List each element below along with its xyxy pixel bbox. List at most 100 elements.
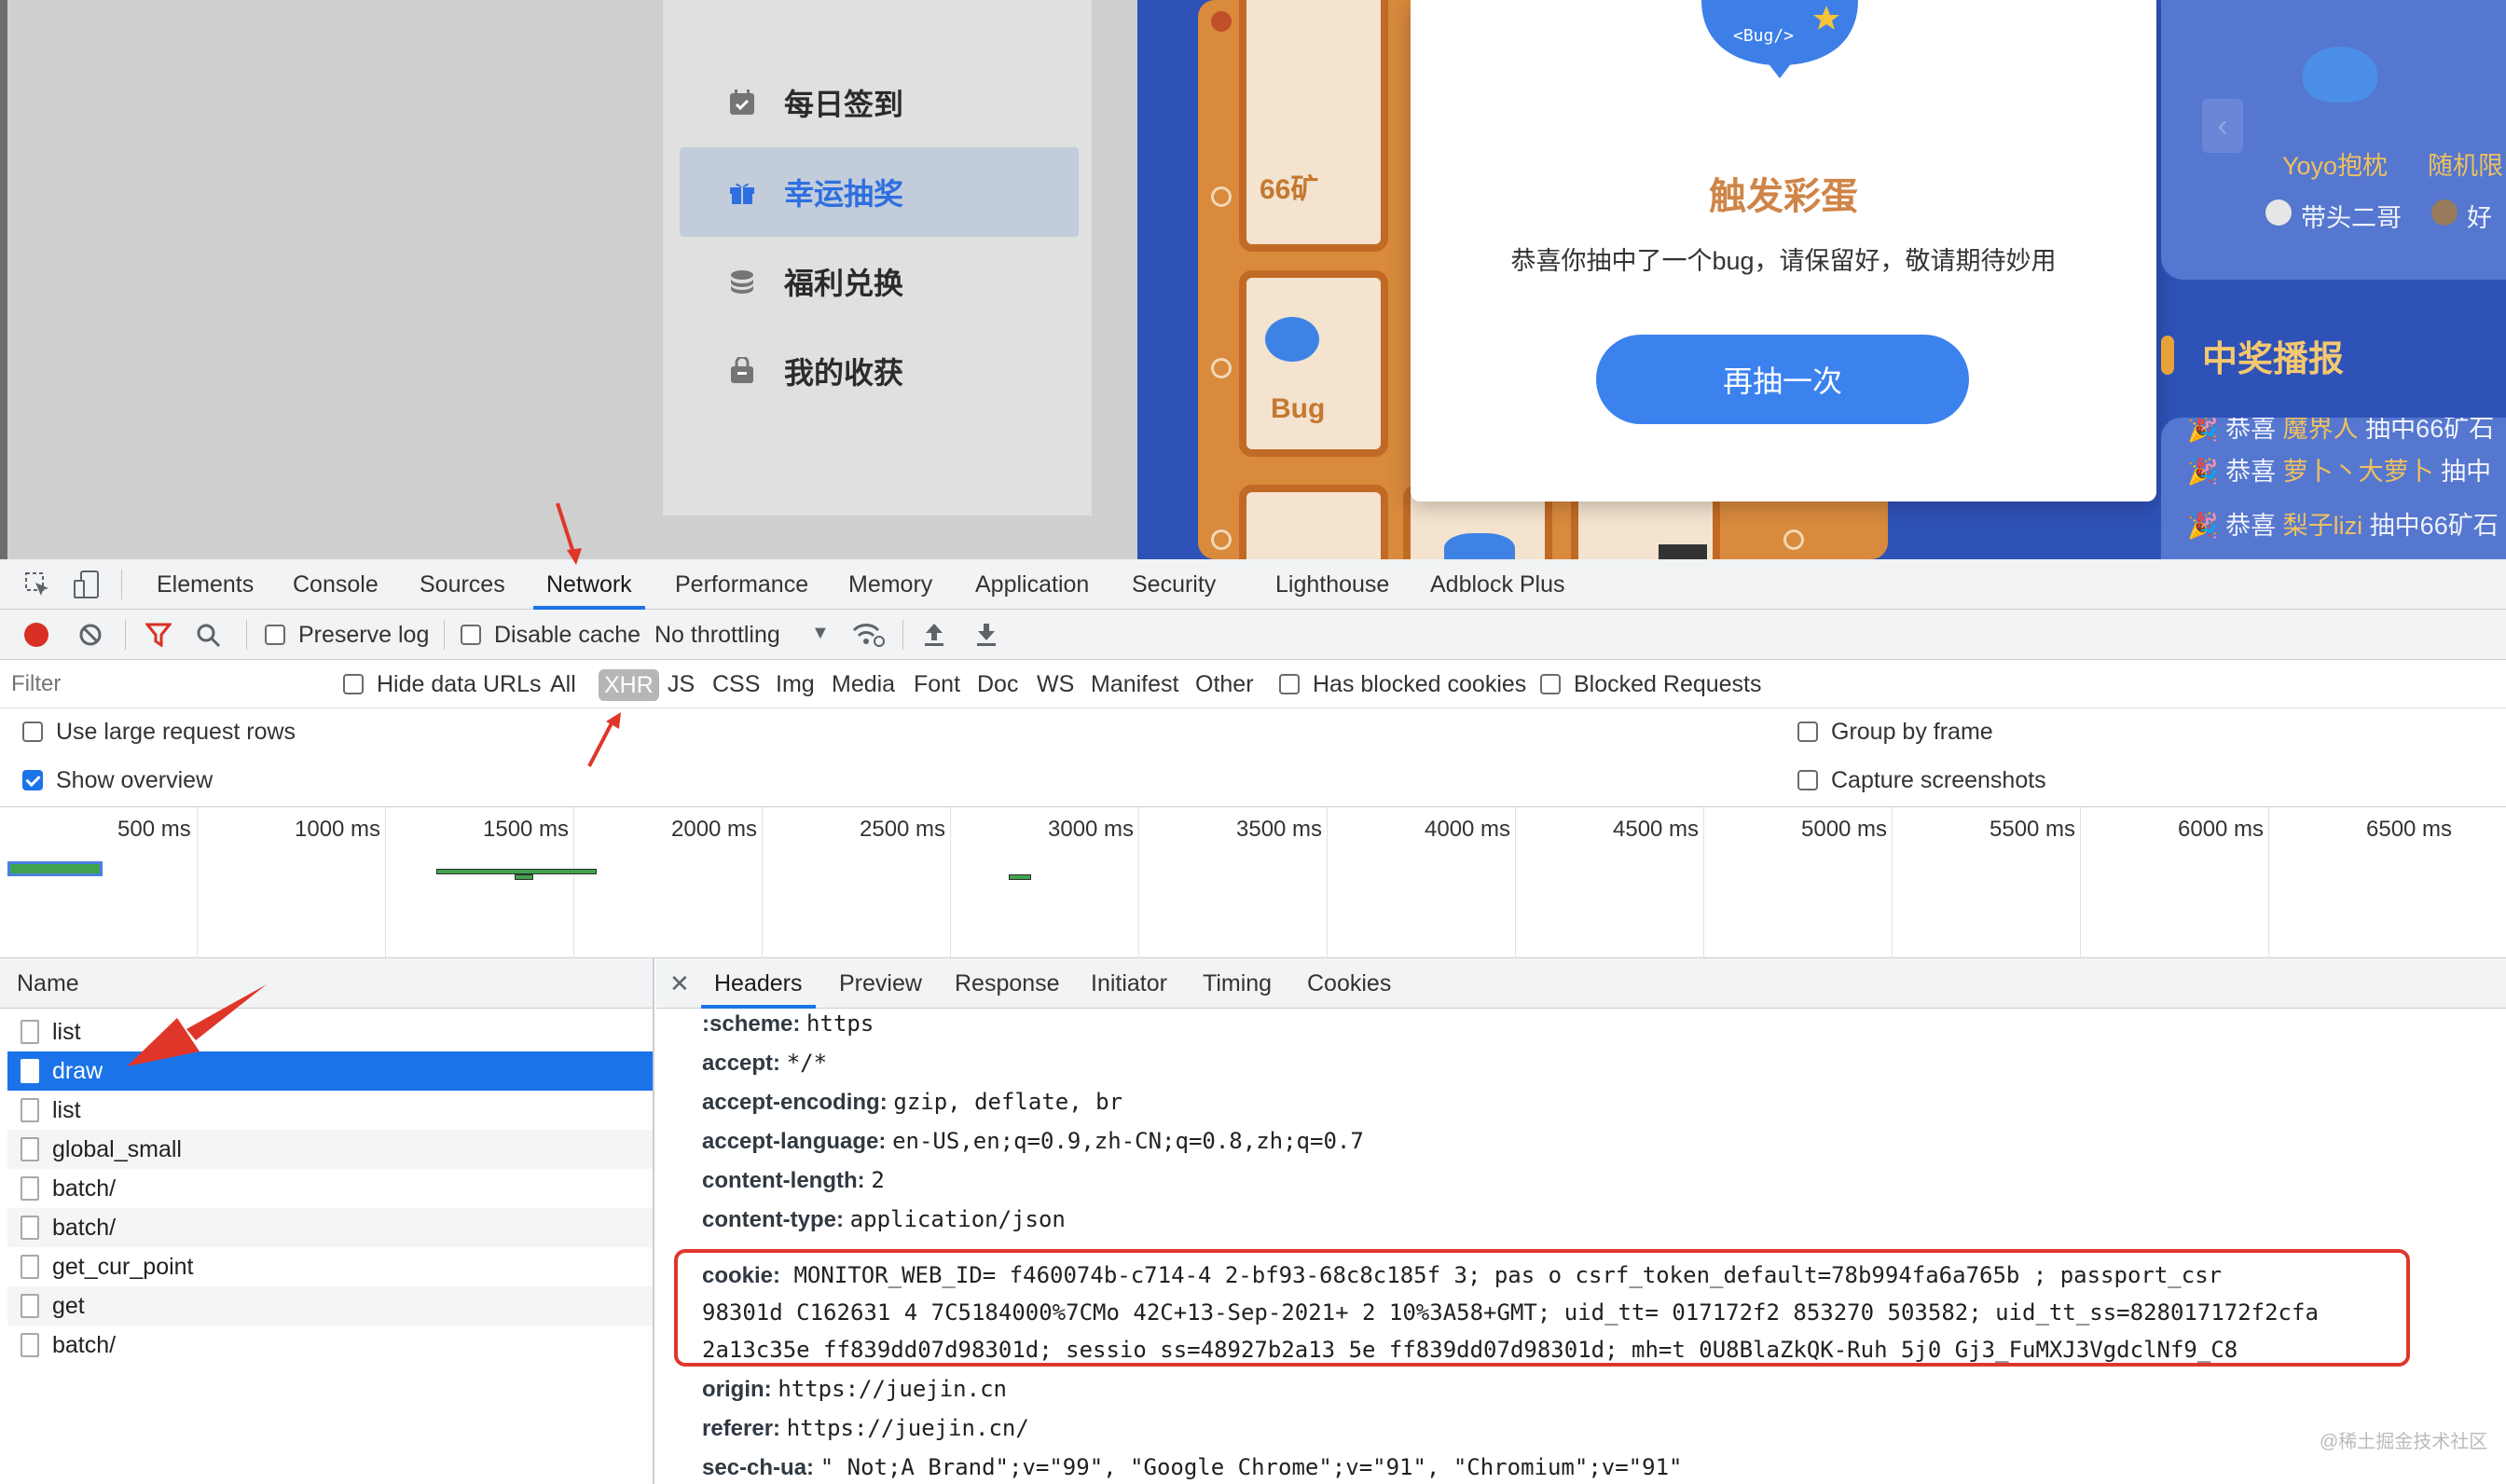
tab-memory[interactable]: Memory [848, 559, 932, 610]
bug-mascot-icon [1265, 317, 1319, 362]
disable-cache-checkbox[interactable] [461, 625, 481, 645]
request-row[interactable]: batch/ [7, 1169, 653, 1208]
chevron-left-icon[interactable]: ‹ [2202, 99, 2243, 153]
side-menu: 每日签到 幸运抽奖 福利兑换 我的收获 [663, 0, 1092, 515]
header-row: accept-language: en-US,en;q=0.9,zh-CN;q=… [702, 1128, 1364, 1154]
party-icon: 🎉 [2187, 418, 2219, 443]
menu-item-rewards-exchange[interactable]: 福利兑换 [680, 237, 1079, 326]
request-row[interactable]: global_small [7, 1130, 653, 1169]
request-row[interactable]: batch/ [7, 1326, 653, 1365]
tab-headers[interactable]: Headers [701, 958, 816, 1009]
filter-input[interactable] [11, 667, 319, 701]
prize-tile[interactable]: 66矿 [1239, 0, 1388, 252]
show-overview-label: Show overview [56, 767, 213, 793]
record-icon[interactable] [24, 623, 48, 647]
request-row[interactable]: get_cur_point [7, 1247, 653, 1286]
tab-sources[interactable]: Sources [420, 559, 505, 610]
menu-item-my-harvest[interactable]: 我的收获 [680, 326, 1079, 416]
tab-elements[interactable]: Elements [157, 559, 254, 610]
filter-type-font[interactable]: Font [914, 660, 960, 708]
modal-message: 恭喜你抽中了一个bug，请保留好，敬请期待妙用 [1510, 247, 2057, 275]
tab-application[interactable]: Application [975, 559, 1089, 610]
coins-icon [726, 266, 758, 297]
request-detail-pane: ✕ Headers Preview Response Initiator Tim… [656, 958, 2506, 1484]
filter-type-js[interactable]: JS [668, 660, 695, 708]
clear-icon[interactable] [78, 623, 103, 652]
header-row: accept: */* [702, 1050, 828, 1076]
cookie-header-line[interactable]: cookie: MONITOR_WEB_ID= f460074b-c714-4 … [702, 1257, 2222, 1294]
preserve-log-checkbox[interactable] [265, 625, 285, 645]
capture-screenshots-checkbox[interactable] [1797, 770, 1818, 790]
show-overview-checkbox[interactable] [22, 770, 43, 790]
network-conditions-icon[interactable] [852, 621, 886, 653]
lottery-result-modal: <Bug/> 触发彩蛋 恭喜你抽中了一个bug，请保留好，敬请期待妙用 再抽一次 [1411, 0, 2156, 502]
search-icon[interactable] [196, 623, 222, 653]
group-by-frame-label: Group by frame [1831, 719, 1993, 745]
blocked-requests-checkbox[interactable] [1540, 674, 1561, 694]
web-page-viewport: 每日签到 幸运抽奖 福利兑换 我的收获 66矿 Bug <Bug/> 触发彩蛋 … [0, 0, 2506, 559]
has-blocked-cookies-checkbox[interactable] [1279, 674, 1300, 694]
prize-tile[interactable]: Bug [1239, 270, 1388, 457]
large-rows-checkbox[interactable] [22, 721, 43, 742]
tab-preview[interactable]: Preview [839, 958, 922, 1009]
calendar-check-icon [726, 87, 758, 118]
chevron-down-icon[interactable]: ▼ [811, 623, 830, 644]
tab-performance[interactable]: Performance [675, 559, 808, 610]
throttling-select[interactable]: No throttling [654, 610, 780, 660]
filter-type-manifest[interactable]: Manifest [1091, 660, 1178, 708]
party-icon: 🎉 [2187, 512, 2219, 540]
tab-console[interactable]: Console [293, 559, 379, 610]
filter-icon[interactable] [144, 623, 173, 652]
import-har-icon[interactable] [923, 622, 945, 653]
tab-network[interactable]: Network [533, 559, 645, 610]
request-row[interactable]: list [7, 1012, 653, 1051]
menu-item-lucky-draw[interactable]: 幸运抽奖 [680, 147, 1079, 237]
cookie-header-line[interactable]: 2a13c35e ff839dd07d98301d; sessio ss=489… [702, 1331, 2238, 1368]
request-row[interactable]: batch/ [7, 1208, 653, 1247]
export-har-icon[interactable] [975, 622, 998, 653]
timeline-tick: 4000 ms [1425, 817, 1511, 842]
menu-item-daily-checkin[interactable]: 每日签到 [680, 58, 1079, 147]
filter-type-all[interactable]: All [550, 660, 576, 708]
menu-item-label: 每日签到 [784, 88, 904, 121]
filter-type-doc[interactable]: Doc [977, 660, 1018, 708]
timeline-bar [515, 874, 533, 880]
request-row-selected[interactable]: draw [7, 1051, 653, 1091]
blocked-requests-label: Blocked Requests [1574, 671, 1762, 697]
document-icon [21, 1059, 39, 1083]
document-icon [21, 1098, 39, 1122]
request-row[interactable]: list [7, 1091, 653, 1130]
header-row: origin: https://juejin.cn [702, 1376, 1007, 1402]
request-row[interactable]: get [7, 1286, 653, 1326]
tab-security[interactable]: Security [1132, 559, 1216, 610]
tab-initiator[interactable]: Initiator [1091, 958, 1167, 1009]
prize-tile[interactable] [1239, 485, 1388, 559]
name-column-header[interactable]: Name [0, 958, 653, 1009]
filter-type-css[interactable]: CSS [712, 660, 760, 708]
filter-type-xhr[interactable]: XHR [599, 669, 659, 701]
tab-lighthouse[interactable]: Lighthouse [1275, 559, 1389, 610]
cookie-header-line[interactable]: 98301d C162631 4 7C5184000%7CMo 42C+13-S… [702, 1294, 2319, 1331]
document-icon [21, 1255, 39, 1279]
yoyo-plush-icon [2303, 47, 2377, 103]
timeline-tick: 4500 ms [1613, 817, 1700, 842]
tab-response[interactable]: Response [955, 958, 1060, 1009]
devtools-panel: Elements Console Sources Network Perform… [0, 559, 2506, 1484]
winner-name: 好 [2467, 204, 2492, 232]
tab-cookies[interactable]: Cookies [1307, 958, 1391, 1009]
inspect-element-icon[interactable] [24, 571, 50, 602]
device-toolbar-icon[interactable] [73, 570, 101, 604]
filter-type-media[interactable]: Media [832, 660, 895, 708]
tab-timing[interactable]: Timing [1203, 958, 1272, 1009]
filter-type-img[interactable]: Img [776, 660, 815, 708]
hide-data-urls-checkbox[interactable] [343, 674, 364, 694]
filter-type-ws[interactable]: WS [1037, 660, 1074, 708]
filter-type-other[interactable]: Other [1195, 660, 1254, 708]
group-by-frame-checkbox[interactable] [1797, 721, 1818, 742]
close-icon[interactable]: ✕ [669, 958, 690, 1009]
network-filter-bar: Hide data URLs All XHR JS CSS Img Media … [0, 660, 2506, 708]
bug-badge-text: <Bug/> [1733, 26, 1795, 46]
tab-adblock-plus[interactable]: Adblock Plus [1430, 559, 1565, 610]
draw-again-button[interactable]: 再抽一次 [1596, 335, 1969, 424]
network-overview-timeline[interactable]: 500 ms 1000 ms 1500 ms 2000 ms 2500 ms 3… [0, 807, 2506, 958]
